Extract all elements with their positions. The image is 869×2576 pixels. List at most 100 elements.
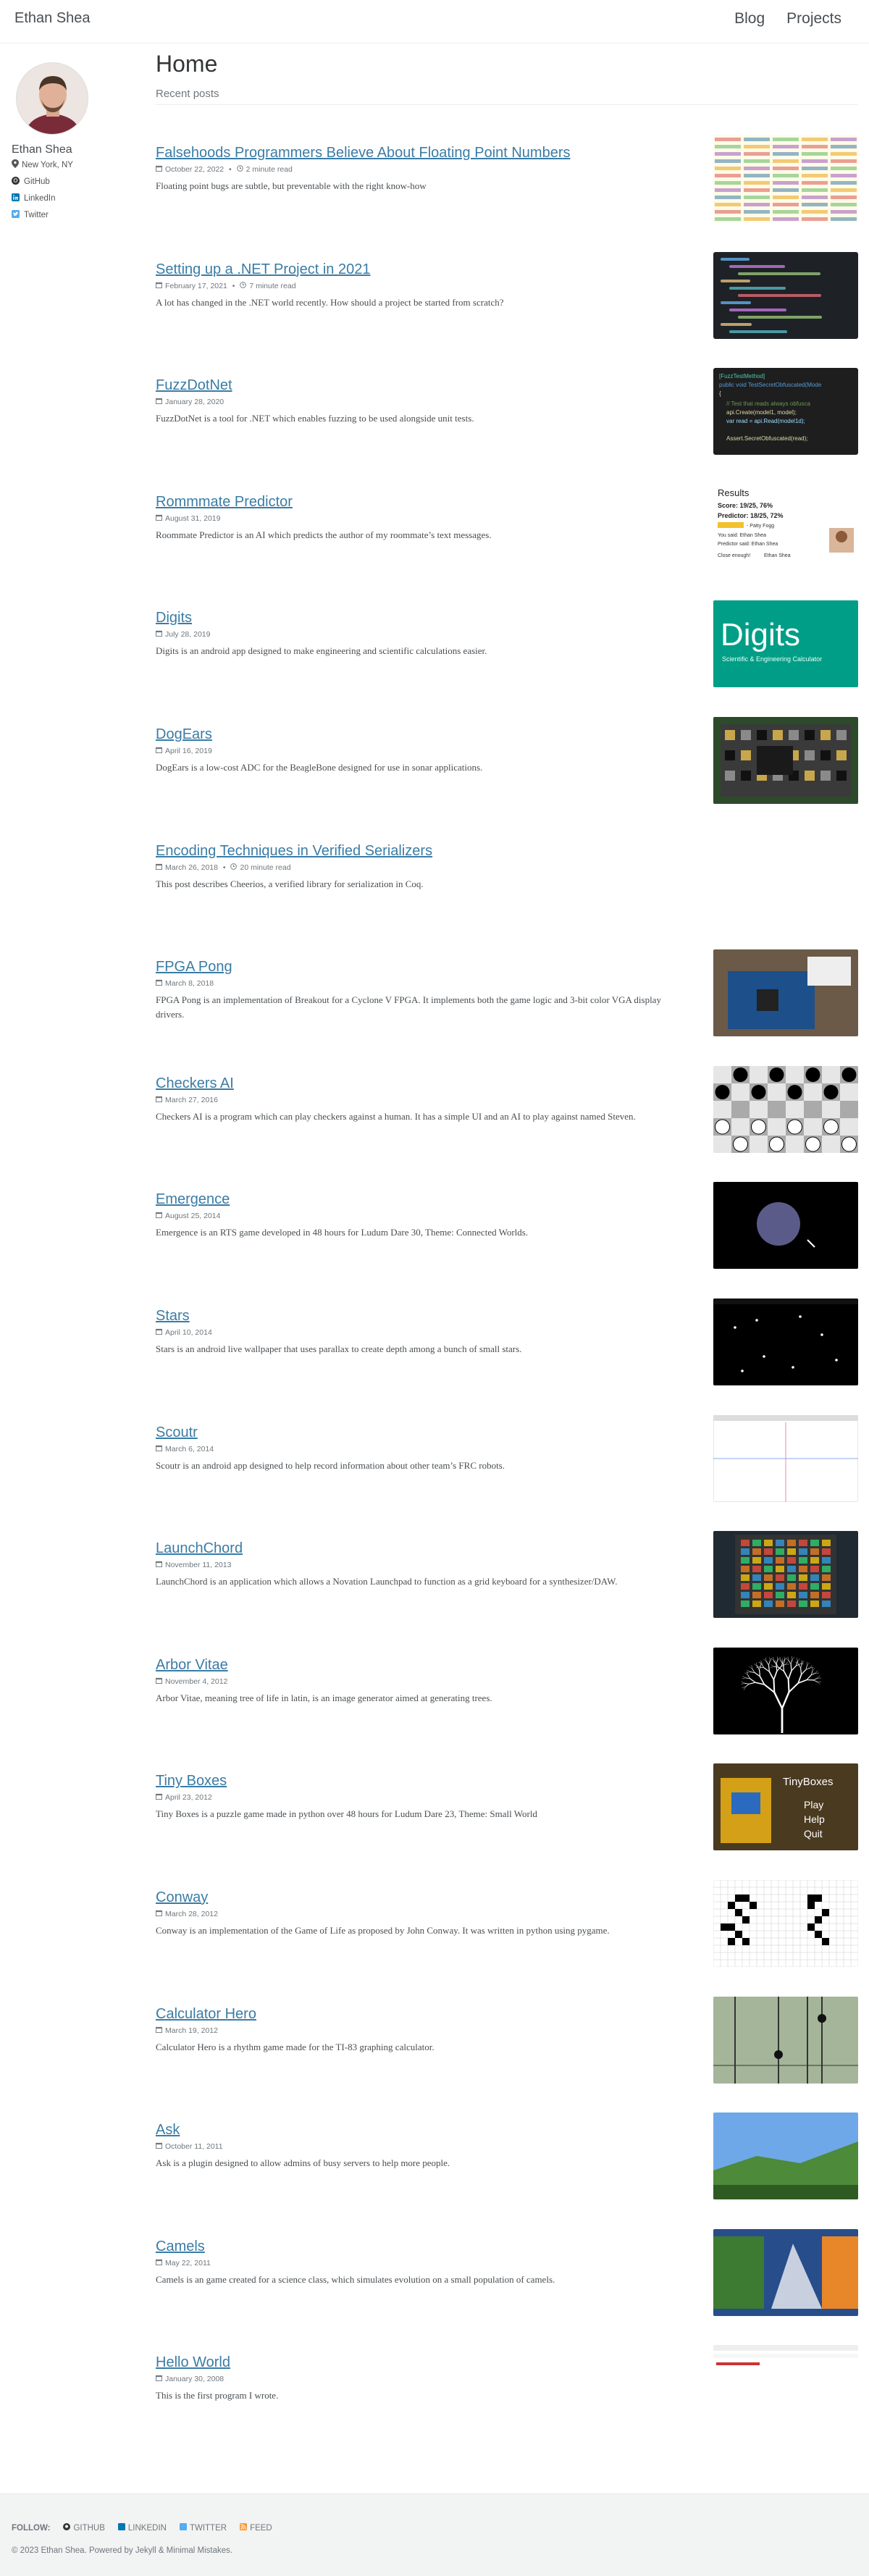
calendar-icon (156, 1910, 162, 1918)
post-title-link[interactable]: Setting up a .NET Project in 2021 (156, 261, 370, 278)
post-thumbnail[interactable] (713, 251, 858, 339)
thumb-text: var read = api.Read(model1d); (726, 418, 805, 424)
linkedin-icon (12, 193, 20, 204)
thumbnail-image (713, 1996, 858, 2084)
thumbnail-image (713, 949, 858, 1037)
post-thumbnail[interactable]: Digits Scientific & Engineering Calculato… (713, 600, 858, 688)
github-link[interactable]: GitHub (12, 177, 135, 187)
post-thumbnail[interactable] (713, 717, 858, 804)
post-title-link[interactable]: FuzzDotNet (156, 377, 232, 394)
post-date: April 23, 2012 (165, 1793, 212, 1803)
post-title-link[interactable]: Scoutr (156, 1425, 198, 1441)
post-thumbnail[interactable] (713, 1996, 858, 2084)
post-thumbnail[interactable]: Results Score: 19/25, 76% Predictor: 18/25… (713, 484, 858, 571)
avatar (16, 62, 88, 135)
thumb-text: Quit (804, 1828, 823, 1839)
post-excerpt: LaunchChord is an application which allo… (156, 1576, 618, 1587)
post-excerpt: Camels is an game created for a science … (156, 2273, 555, 2285)
nav-projects[interactable]: Projects (786, 10, 841, 28)
calendar-icon (156, 2375, 162, 2383)
post-title-link[interactable]: Conway (156, 1889, 208, 1906)
calendar-icon (156, 282, 162, 290)
post-thumbnail[interactable] (713, 135, 858, 222)
post-thumbnail[interactable] (713, 1531, 858, 1619)
twitter-link[interactable]: Twitter (12, 210, 135, 220)
post-title-link[interactable]: Falsehoods Programmers Believe About Flo… (156, 145, 571, 161)
footer-twitter-link[interactable]: TWITTER (179, 2523, 227, 2533)
post-thumbnail[interactable] (713, 1065, 858, 1153)
post-excerpt: Tiny Boxes is a puzzle game made in pyth… (156, 1808, 537, 1820)
post-thumbnail[interactable] (713, 1647, 858, 1734)
post-title-link[interactable]: Tiny Boxes (156, 1773, 227, 1790)
calendar-icon (156, 2259, 162, 2267)
post-title-link[interactable]: Calculator Hero (156, 2006, 256, 2023)
post-thumbnail[interactable] (713, 949, 858, 1037)
post-excerpt: Emergence is an RTS game developed in 48… (156, 1227, 529, 1238)
post-thumbnail[interactable] (713, 1299, 858, 1385)
author-name: Ethan Shea (12, 143, 72, 156)
post-date: January 30, 2008 (165, 2375, 224, 2384)
nav-blog[interactable]: Blog (734, 10, 765, 28)
meta-separator: • (227, 165, 234, 174)
post-thumbnail[interactable]: TinyBoxes Play Help Quit (713, 1763, 858, 1851)
read-time: 7 minute read (249, 281, 296, 290)
calendar-icon (156, 514, 162, 523)
thumb-text: api.Create(model1, model); (726, 409, 797, 416)
post-thumbnail[interactable] (713, 2345, 858, 2433)
clock-icon (236, 165, 243, 174)
calendar-icon (156, 863, 162, 872)
post-thumbnail[interactable] (713, 2113, 858, 2200)
post-thumbnail[interactable] (713, 2228, 858, 2316)
thumbnail-image (713, 1065, 858, 1153)
thumb-text: Predictor said: Ethan Shea (718, 542, 778, 547)
calendar-icon (156, 1561, 162, 1569)
post-title-link[interactable]: FPGA Pong (156, 959, 232, 976)
post-date: March 6, 2014 (165, 1444, 214, 1453)
post-title-link[interactable]: Camels (156, 2239, 205, 2255)
post-date: August 25, 2014 (165, 1212, 221, 1221)
recent-posts-heading: Recent posts (156, 88, 858, 105)
post-date: March 27, 2016 (165, 1095, 218, 1104)
post-thumbnail[interactable]: [FuzzTestMethod] public void TestSecretOb… (713, 368, 858, 456)
thumb-text: public void TestSecretObfuscated(Mode (719, 382, 822, 388)
page-footer: FOLLOW: GITHUB LINKEDIN TWITTER FEED © 2… (0, 2493, 869, 2576)
post-thumbnail[interactable] (713, 1880, 858, 1967)
meta-separator: • (230, 281, 238, 290)
post-title-link[interactable]: Stars (156, 1308, 190, 1325)
post-title-link[interactable]: Arbor Vitae (156, 1657, 228, 1674)
thumb-text: Play (804, 1799, 823, 1811)
twitter-icon (179, 2523, 187, 2533)
footer-linkedin-label: LINKEDIN (127, 2523, 167, 2533)
site-title[interactable]: Ethan Shea (14, 10, 91, 27)
post-item: Ask October 11, 2011 Ask is a plugin desig… (156, 2113, 858, 2223)
post-item: Rommmate Predictor August 31, 2019 Roommat… (156, 484, 858, 595)
clock-icon (230, 863, 238, 872)
calendar-icon (156, 1677, 162, 1686)
footer-linkedin-link[interactable]: LINKEDIN (117, 2523, 167, 2533)
post-title-link[interactable]: Ask (156, 2122, 180, 2139)
footer-feed-link[interactable]: FEED (240, 2523, 272, 2533)
post-date: January 28, 2020 (165, 398, 224, 407)
post-title-link[interactable]: Digits (156, 610, 192, 626)
post-title-link[interactable]: Encoding Techniques in Verified Serializ… (156, 843, 432, 860)
post-excerpt: A lot has changed in the .NET world rece… (156, 296, 504, 308)
post-title-link[interactable]: DogEars (156, 726, 212, 743)
post-thumbnail[interactable] (713, 1414, 858, 1502)
post-title-link[interactable]: Rommmate Predictor (156, 494, 293, 511)
thumb-text: - Patty Fogg (747, 524, 774, 529)
thumbnail-image: Results Score: 19/25, 76% Predictor: 18/25… (713, 484, 858, 571)
post-title-link[interactable]: Checkers AI (156, 1075, 234, 1092)
thumbnail-image: [FuzzTestMethod] public void TestSecretOb… (713, 368, 858, 456)
author-sidebar: Ethan Shea New York, NY GitHub LinkedIn … (12, 62, 135, 220)
post-title-link[interactable]: Emergence (156, 1191, 230, 1208)
post-thumbnail[interactable] (713, 1182, 858, 1270)
post-item: Tiny Boxes April 23, 2012 Tiny Boxes is a … (156, 1763, 858, 1874)
post-title-link[interactable]: Hello World (156, 2354, 230, 2371)
footer-github-link[interactable]: GITHUB (63, 2523, 105, 2533)
linkedin-icon (117, 2523, 125, 2533)
follow-bar: FOLLOW: GITHUB LINKEDIN TWITTER FEED (12, 2523, 272, 2533)
post-excerpt: Digits is an android app designed to mak… (156, 645, 487, 657)
linkedin-link[interactable]: LinkedIn (12, 193, 135, 204)
post-excerpt: This post describes Cheerios, a verified… (156, 878, 424, 889)
post-title-link[interactable]: LaunchChord (156, 1540, 243, 1557)
